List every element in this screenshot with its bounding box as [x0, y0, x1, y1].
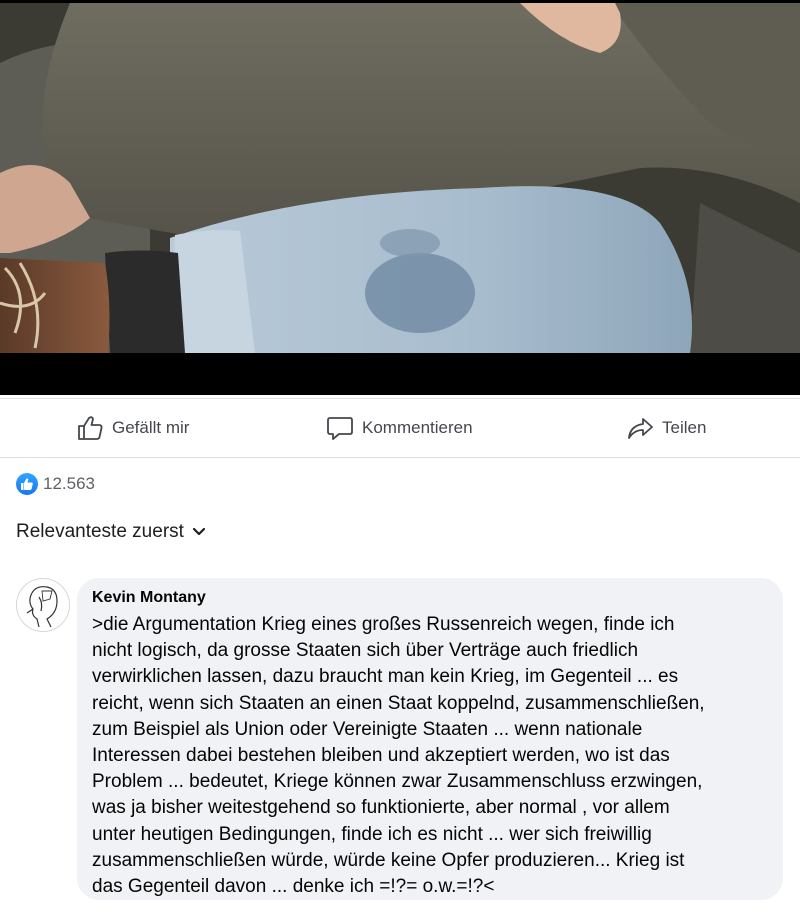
sort-label: Relevanteste zuerst: [16, 521, 184, 542]
video-frame-image: [0, 3, 800, 353]
share-arrow-icon: [628, 418, 653, 439]
comment-button[interactable]: Kommentieren: [326, 399, 473, 457]
chevron-down-icon: [192, 527, 206, 536]
comment-label: Kommentieren: [362, 418, 473, 437]
comment-sort-dropdown[interactable]: Relevanteste zuerst: [16, 521, 206, 543]
post-action-bar: Gefällt mir Kommentieren Teilen: [0, 398, 800, 458]
reaction-count: 12.563: [43, 474, 95, 493]
like-button[interactable]: Gefällt mir: [76, 399, 189, 457]
like-icon: [16, 473, 38, 495]
avatar[interactable]: [16, 578, 70, 632]
share-label: Teilen: [662, 418, 707, 437]
share-button[interactable]: Teilen: [626, 399, 706, 457]
like-label: Gefällt mir: [112, 418, 190, 437]
reaction-summary[interactable]: 12.563: [16, 472, 95, 496]
comment-bubble-icon: [327, 417, 353, 440]
video-player[interactable]: [0, 0, 800, 395]
comment-bubble: Kevin Montany >die Argumentation Krieg e…: [77, 578, 783, 900]
comment-text: >die Argumentation Krieg eines großes Ru…: [92, 614, 705, 898]
comment-author[interactable]: Kevin Montany: [92, 589, 206, 607]
thumbs-up-icon: [78, 416, 103, 440]
